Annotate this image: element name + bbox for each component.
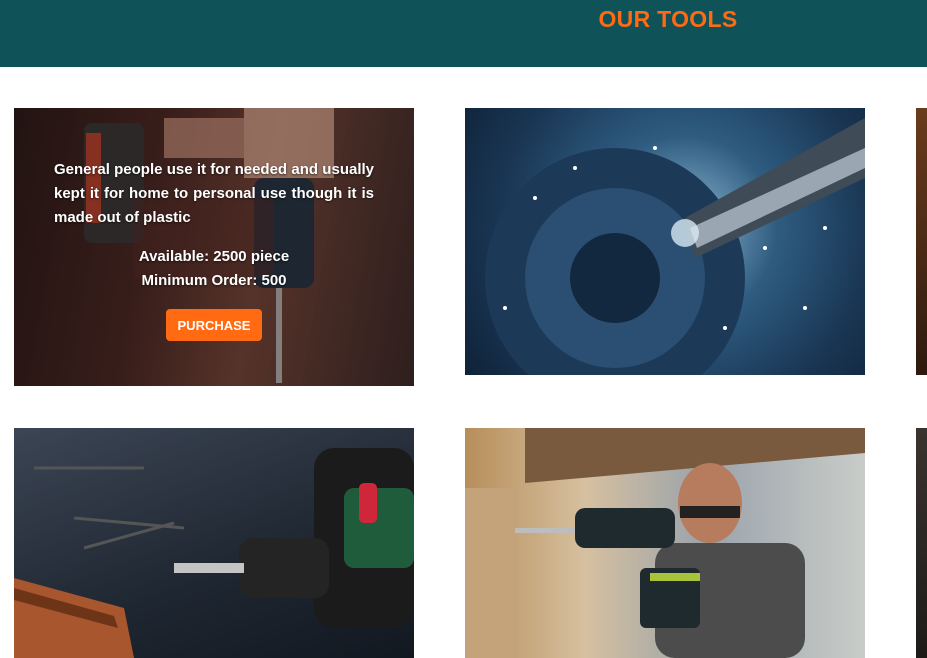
product-image [465,428,865,658]
product-availability: Available: 2500 piece [138,248,290,265]
product-card-partial[interactable] [916,108,927,375]
product-card-partial[interactable] [916,428,927,658]
product-card-drill-screws[interactable] [14,428,414,658]
product-card-worker-drill[interactable] [465,428,865,658]
page-title: OUR TOOLS [598,6,738,32]
product-image [485,118,865,375]
purchase-button[interactable]: PURCHASE [166,309,262,341]
card-overlay [14,108,414,386]
product-card-drill-hand[interactable]: General people use it for needed and usu… [14,108,414,386]
product-card-lathe[interactable] [465,108,865,375]
page-header: OUR TOOLS [0,0,927,67]
product-minimum-order: Minimum Order: 500 [141,272,287,289]
product-description: General people use it for needed and usu… [54,161,374,226]
product-image [14,448,414,658]
